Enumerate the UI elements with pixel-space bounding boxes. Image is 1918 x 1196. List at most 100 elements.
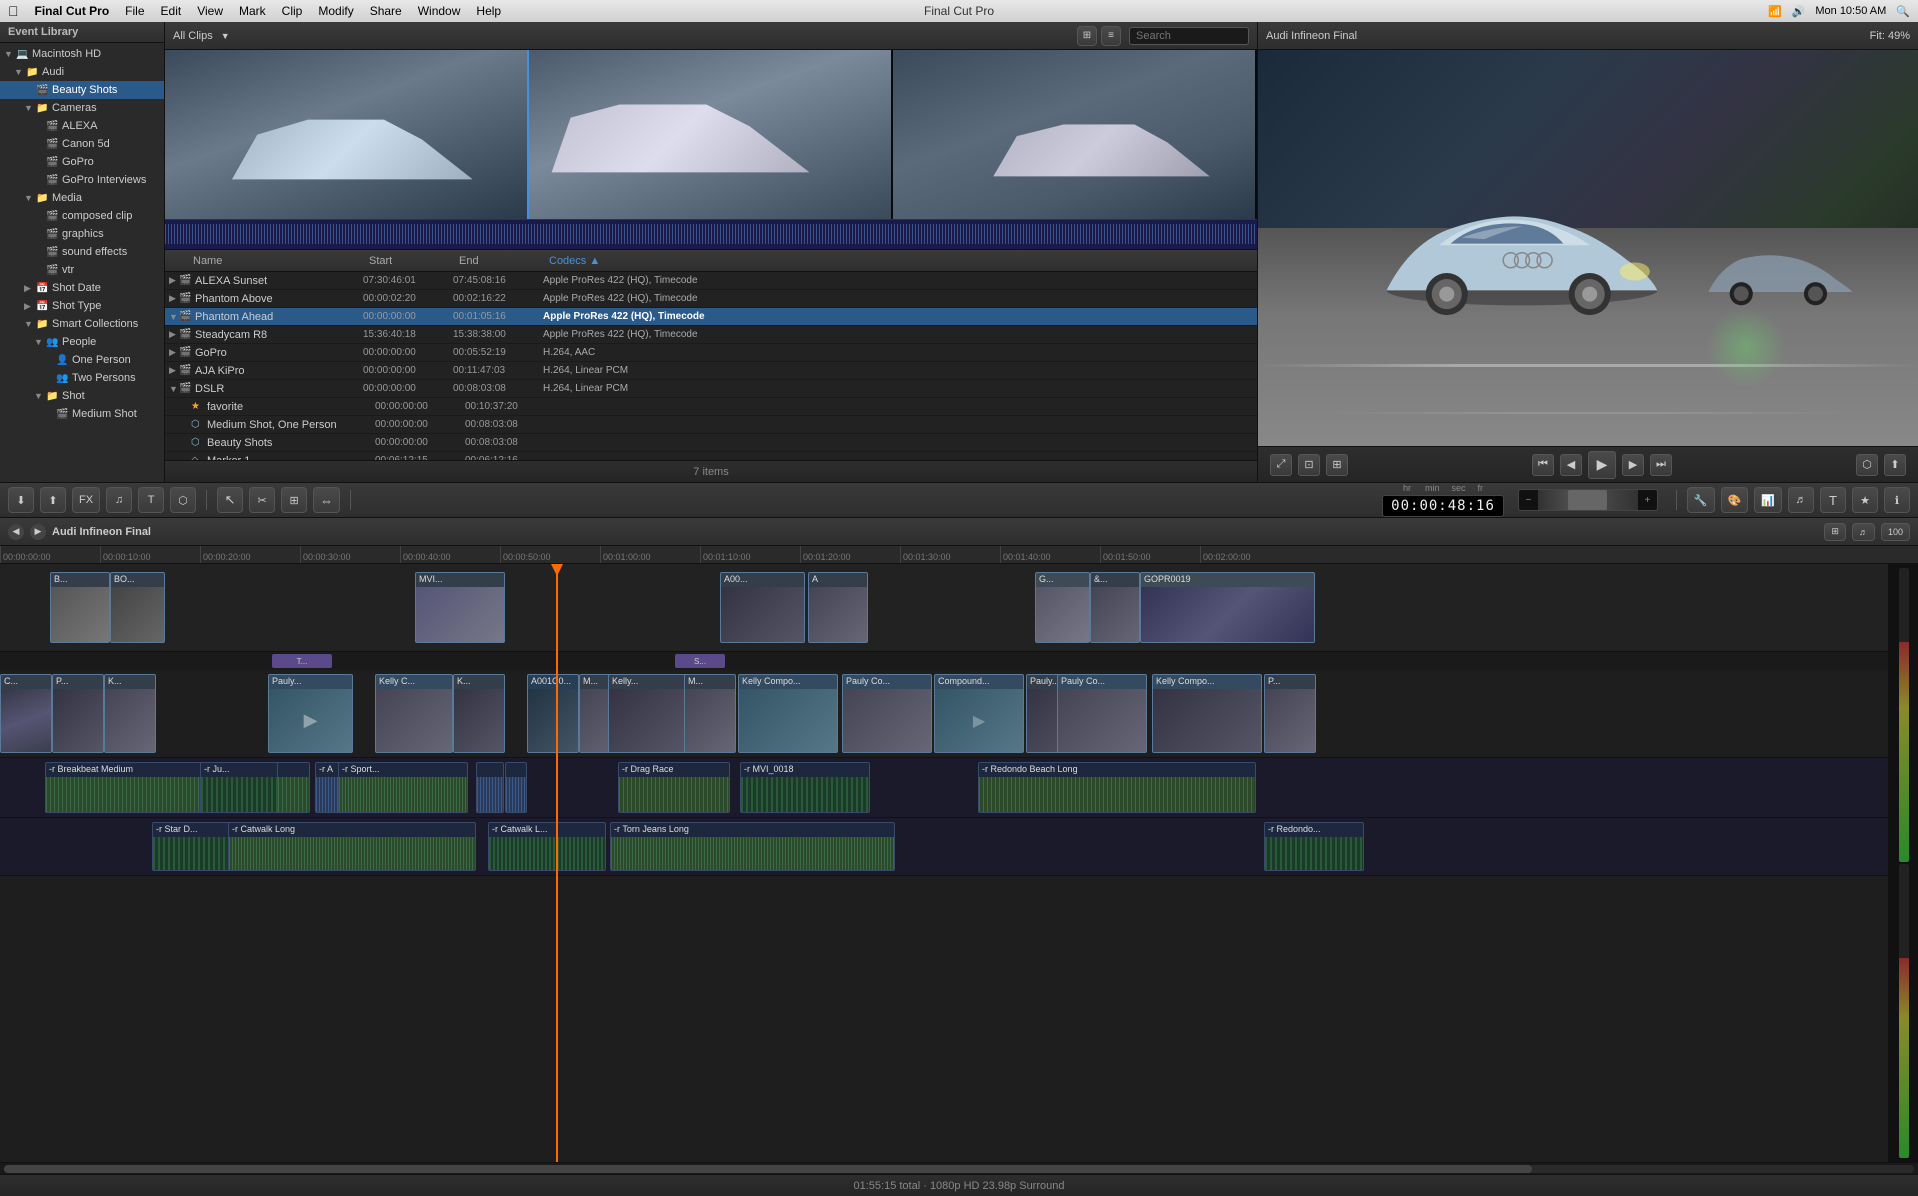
menu-help[interactable]: Help — [476, 4, 501, 18]
tl-prev-btn[interactable]: ◀ — [8, 524, 24, 540]
inspector-btn[interactable]: ℹ — [1884, 487, 1910, 513]
audio-clip[interactable]: -r Ju... — [200, 762, 278, 813]
audio-clip-star-d[interactable]: -r Star D... — [152, 822, 232, 871]
tl-next-btn[interactable]: ▶ — [30, 524, 46, 540]
menu-file[interactable]: File — [125, 4, 144, 18]
tree-item-medium-shot[interactable]: 🎬 Medium Shot — [0, 405, 164, 423]
timeline-clip[interactable]: &... — [1090, 572, 1140, 643]
clip-row-steadycam[interactable]: ▶ 🎬 Steadycam R8 15:36:40:18 15:38:38:00… — [165, 326, 1257, 344]
color-btn[interactable]: 🎨 — [1721, 487, 1749, 513]
tree-item-two-persons[interactable]: 👥 Two Persons — [0, 369, 164, 387]
generators-btn[interactable]: ⬡ — [170, 487, 196, 513]
clip-row-aja-kipro[interactable]: ▶ 🎬 AJA KiPro 00:00:00:00 00:11:47:03 H.… — [165, 362, 1257, 380]
tree-item-shot-date[interactable]: ▶ 📅 Shot Date — [0, 279, 164, 297]
tree-item-beauty-shots[interactable]: 🎬 Beauty Shots — [0, 81, 164, 99]
viewer-btn-play[interactable]: ▶ — [1588, 451, 1616, 479]
viewer-btn-forward[interactable]: ⏭ — [1650, 454, 1672, 476]
timeline-scrollbar-thumb[interactable] — [4, 1165, 1532, 1173]
menu-share[interactable]: Share — [370, 4, 402, 18]
timeline-clip-gopr[interactable]: GOPR0019 — [1140, 572, 1315, 643]
clip-row-marker1[interactable]: ◇ Marker 1 00:06:12:15 00:06:12:16 — [165, 452, 1257, 460]
tl-zoom-btn[interactable]: 100 — [1881, 523, 1910, 541]
video-scope-btn[interactable]: 📊 — [1754, 487, 1782, 513]
menu-mark[interactable]: Mark — [239, 4, 266, 18]
timeline-clip[interactable]: Pauly Co... — [1057, 674, 1147, 753]
fx-btn[interactable]: FX — [72, 487, 100, 513]
tl-audio-btn[interactable]: ♬ — [1852, 523, 1875, 541]
import-btn[interactable]: ⬇ — [8, 487, 34, 513]
viewer-btn-step-back[interactable]: ◀ — [1560, 454, 1582, 476]
viewer-btn-zoom[interactable]: ⊡ — [1298, 454, 1320, 476]
viewer-btn-step-forward[interactable]: ▶ — [1622, 454, 1644, 476]
viewer-btn-rewind[interactable]: ⏮ — [1532, 454, 1554, 476]
tree-item-gopro-interviews[interactable]: 🎬 GoPro Interviews — [0, 171, 164, 189]
timeline-clip[interactable]: A00... — [720, 572, 805, 643]
timeline-clip[interactable]: Kelly... — [608, 674, 686, 753]
timeline-clip[interactable]: Kelly C... — [375, 674, 453, 753]
tree-item-media[interactable]: ▼ 📁 Media — [0, 189, 164, 207]
audio-clip-catwalk-long[interactable]: -r Catwalk Long — [228, 822, 476, 871]
timeline-clip[interactable]: Kelly Compo... — [1152, 674, 1262, 753]
clip-row-gopro[interactable]: ▶ 🎬 GoPro 00:00:00:00 00:05:52:19 H.264,… — [165, 344, 1257, 362]
tree-item-graphics[interactable]: 🎬 graphics — [0, 225, 164, 243]
timeline-clip[interactable]: C... — [0, 674, 52, 753]
zoom-control[interactable]: − + — [1518, 489, 1658, 511]
clip-row-favorite[interactable]: ★ favorite 00:00:00:00 00:10:37:20 — [165, 398, 1257, 416]
clip-row-medium-shot-one-person[interactable]: ⬡ Medium Shot, One Person 00:00:00:00 00… — [165, 416, 1257, 434]
tree-item-one-person[interactable]: 👤 One Person — [0, 351, 164, 369]
audio-meter-btn[interactable]: ♬ — [1788, 487, 1814, 513]
menu-edit[interactable]: Edit — [161, 4, 182, 18]
timeline-clip[interactable]: Kelly Compo... — [738, 674, 838, 753]
zoom-minus-btn[interactable]: − — [1519, 490, 1539, 510]
zoom-plus-btn[interactable]: + — [1637, 490, 1657, 510]
audio-clip[interactable] — [505, 762, 527, 813]
app-name-menu[interactable]: Final Cut Pro — [35, 4, 110, 18]
timecode-display[interactable]: 00:00:48:16 — [1382, 495, 1504, 517]
titles2-btn[interactable]: T — [1820, 487, 1846, 513]
timeline-clip[interactable]: P... — [1264, 674, 1316, 753]
tree-item-cameras[interactable]: ▼ 📁 Cameras — [0, 99, 164, 117]
timeline-clip[interactable]: G... — [1035, 572, 1090, 643]
timeline-clip[interactable]: M... — [684, 674, 736, 753]
search-menubar-icon[interactable]: 🔍 — [1896, 5, 1910, 18]
timeline-clip[interactable]: Compound... ▶ — [934, 674, 1024, 753]
tl-appearance-btn[interactable]: ⊞ — [1824, 523, 1846, 541]
audio-clip-redondo2[interactable]: -r Redondo... — [1264, 822, 1364, 871]
tree-item-composed-clip[interactable]: 🎬 composed clip — [0, 207, 164, 225]
timeline-clip[interactable]: A001C0... — [527, 674, 579, 753]
audio-clip-torn-jeans[interactable]: -r Torn Jeans Long — [610, 822, 895, 871]
timeline-clip[interactable]: P... — [52, 674, 104, 753]
fx2-btn[interactable]: ★ — [1852, 487, 1878, 513]
tree-item-macintosh[interactable]: ▼ 💻 Macintosh HD — [0, 45, 164, 63]
filmstrip-view-btn[interactable]: ⊞ — [1077, 26, 1097, 46]
audio-clip-catwalk-l[interactable]: -r Catwalk L... — [488, 822, 606, 871]
list-view-btn[interactable]: ≡ — [1101, 26, 1121, 46]
col-codecs-header[interactable]: Codecs ▲ — [549, 255, 1253, 267]
trim-tool[interactable]: ✂ — [249, 487, 275, 513]
clip-row-alexa-sunset[interactable]: ▶ 🎬 ALEXA Sunset 07:30:46:01 07:45:08:16… — [165, 272, 1257, 290]
titles-btn[interactable]: T — [138, 487, 164, 513]
all-clips-label[interactable]: All Clips — [173, 30, 213, 42]
audio-clip-redondo[interactable]: -r Redondo Beach Long — [978, 762, 1256, 813]
playhead[interactable] — [556, 564, 558, 1162]
timeline-clip[interactable]: K... — [104, 674, 156, 753]
apple-logo-icon[interactable]:  — [8, 3, 19, 19]
tree-item-audi[interactable]: ▼ 📁 Audi — [0, 63, 164, 81]
audio-clip-mvi0018[interactable]: -r MVI_0018 — [740, 762, 870, 813]
timeline-clip[interactable]: MVI... — [415, 572, 505, 643]
select-tool[interactable]: ↖ — [217, 487, 243, 513]
viewer-btn-fullscreen[interactable]: ⊞ — [1326, 454, 1348, 476]
clip-row-dslr[interactable]: ▼ 🎬 DSLR 00:00:00:00 00:08:03:08 H.264, … — [165, 380, 1257, 398]
timeline-clip[interactable]: Pauly Co... — [842, 674, 932, 753]
viewer-btn-settings[interactable]: ⬡ — [1856, 454, 1878, 476]
wrench-btn[interactable]: 🔧 — [1687, 487, 1715, 513]
viewer-fit-label[interactable]: Fit: 49% — [1870, 30, 1910, 42]
tree-item-alexa[interactable]: 🎬 ALEXA — [0, 117, 164, 135]
viewer-btn-export[interactable]: ⬆ — [1884, 454, 1906, 476]
menu-clip[interactable]: Clip — [282, 4, 303, 18]
tree-item-people[interactable]: ▼ 👥 People — [0, 333, 164, 351]
audio-clip-drag-race[interactable]: -r Drag Race — [618, 762, 730, 813]
transition-clip[interactable]: T... — [272, 654, 332, 668]
tree-item-gopro[interactable]: 🎬 GoPro — [0, 153, 164, 171]
tree-item-smart-collections[interactable]: ▼ 📁 Smart Collections — [0, 315, 164, 333]
